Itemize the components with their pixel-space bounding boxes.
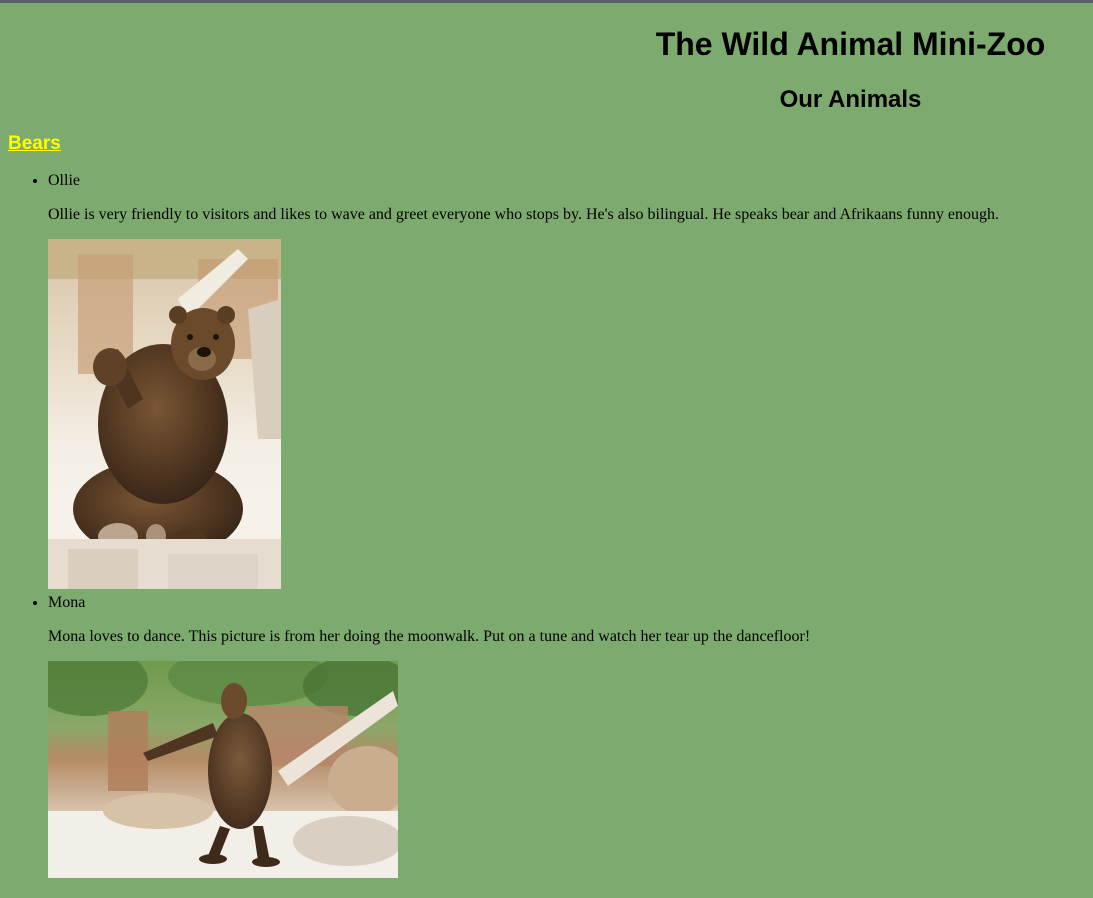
animal-list: Ollie Ollie is very friendly to visitors… — [8, 171, 1088, 878]
list-item: Ollie Ollie is very friendly to visitors… — [48, 171, 1088, 589]
site-title: The Wild Animal Mini-Zoo — [655, 26, 1046, 62]
list-item: Mona Mona loves to dance. This picture i… — [48, 593, 1088, 878]
animal-description: Mona loves to dance. This picture is fro… — [48, 628, 811, 645]
animal-description: Ollie is very friendly to visitors and l… — [48, 206, 999, 223]
bear-photo-ollie — [48, 239, 281, 589]
bear-photo-mona — [48, 661, 398, 878]
section-title: Our Animals — [779, 86, 922, 113]
category-link-bears[interactable]: Bears — [8, 132, 61, 156]
animal-name: Mona — [48, 594, 86, 611]
animal-name: Ollie — [48, 172, 80, 189]
